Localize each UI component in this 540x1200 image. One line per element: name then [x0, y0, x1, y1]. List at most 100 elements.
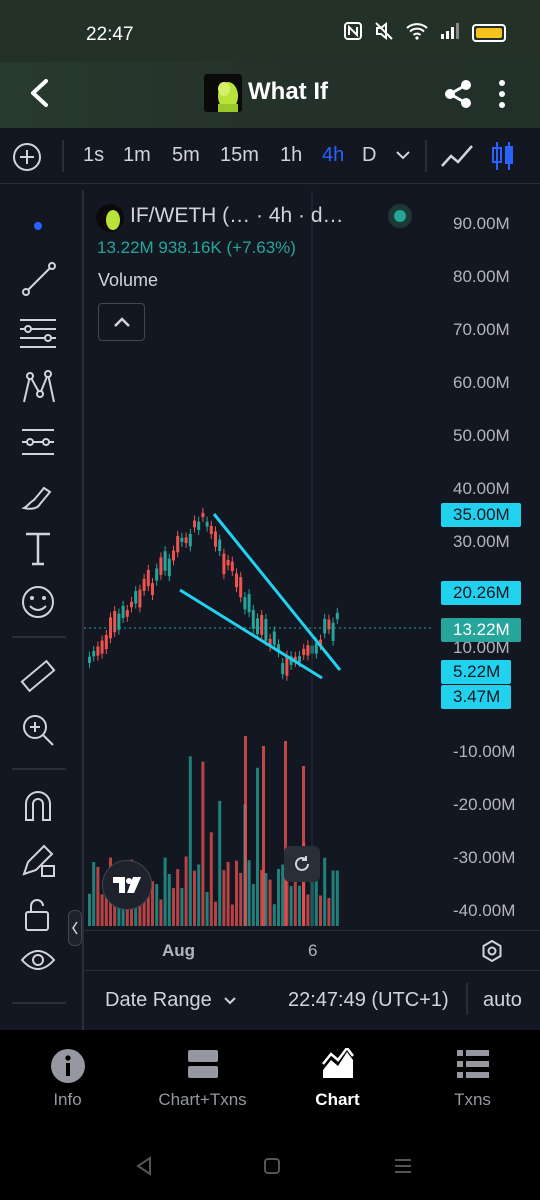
volume-bar [327, 898, 331, 926]
volume-bar [222, 870, 226, 926]
price-tag-drawing: 3.47M [441, 685, 511, 709]
fib-tool[interactable] [18, 312, 58, 352]
eye-icon [20, 950, 56, 970]
timeframe-4h[interactable]: 4h [322, 144, 344, 167]
timeframe-dropdown[interactable] [394, 148, 412, 167]
visibility-tool[interactable] [18, 940, 58, 980]
time-axis[interactable]: Aug 6 [84, 930, 540, 970]
price-tag-drawing: 20.26M [441, 581, 521, 605]
forecast-tool[interactable] [18, 420, 58, 460]
add-indicator-button[interactable] [12, 142, 42, 177]
trend-line-tool[interactable] [18, 258, 58, 298]
zoom-in-icon [23, 715, 54, 746]
candle-body [134, 591, 138, 604]
volume-bar [201, 761, 205, 926]
nav-txns[interactable]: Txns [405, 1030, 540, 1130]
volume-bar [197, 864, 201, 926]
timeframe-5m[interactable]: 5m [172, 144, 200, 167]
zoom-tool[interactable] [18, 710, 58, 750]
timeframe-d[interactable]: D [362, 144, 376, 167]
timeframe-1m[interactable]: 1m [123, 144, 151, 167]
magnet-icon [25, 791, 51, 821]
volume-bar [262, 746, 265, 926]
measure-tool[interactable] [18, 656, 58, 696]
more-menu-button[interactable] [496, 78, 508, 115]
timeframe-toolbar: 1s 1m 5m 15m 1h 4h D [0, 128, 540, 184]
pattern-tool[interactable] [18, 366, 58, 406]
refresh-icon [295, 856, 309, 871]
text-icon [26, 532, 50, 566]
timezone-clock[interactable]: 22:47:49 (UTC+1) [288, 989, 449, 1012]
divider [466, 983, 468, 1015]
nav-chart[interactable]: Chart [270, 1030, 405, 1130]
lock-drawing-tool[interactable] [18, 840, 58, 880]
tradingview-logo[interactable] [102, 860, 152, 910]
volume-bar [272, 904, 276, 926]
pair-label[interactable]: IF/WETH (… · 4h · d… [130, 204, 344, 228]
volume-bar [188, 756, 192, 926]
toolbar-divider [12, 1002, 66, 1004]
candle-body [260, 615, 264, 635]
system-home-button[interactable] [263, 1157, 281, 1180]
timeframe-1h[interactable]: 1h [280, 144, 302, 167]
candle-body [104, 634, 108, 650]
nav-info[interactable]: Info [0, 1030, 135, 1130]
date-range-button[interactable]: Date Range [105, 989, 237, 1012]
volume-bar [284, 741, 287, 926]
list-icon [456, 1048, 490, 1085]
smiley-icon [22, 586, 54, 618]
emoji-tool[interactable] [18, 582, 58, 622]
candle-body [205, 521, 209, 527]
brush-tool[interactable] [18, 474, 58, 514]
system-back-button[interactable] [134, 1156, 154, 1181]
system-recents-button[interactable] [393, 1157, 413, 1180]
price-axis-label: -20.00M [453, 795, 516, 814]
candle-body [272, 631, 276, 645]
candle-body [155, 568, 159, 581]
price-tag-last: 13.22M [441, 618, 521, 642]
volume-label[interactable]: Volume [98, 270, 158, 291]
token-logo [204, 74, 242, 112]
legend-collapse-button[interactable] [98, 303, 145, 341]
back-button[interactable] [26, 78, 54, 113]
auto-scale-toggle[interactable]: auto [483, 989, 522, 1012]
volume-bar [205, 892, 209, 926]
chart-settings-button[interactable] [480, 939, 504, 968]
forecast-icon [22, 429, 54, 455]
line-chart-type-button[interactable] [440, 142, 474, 175]
text-tool[interactable] [18, 528, 58, 568]
share-button[interactable] [442, 78, 474, 115]
magnet-tool[interactable] [18, 786, 58, 826]
candle-body [214, 531, 217, 547]
timeframe-1s[interactable]: 1s [83, 144, 104, 167]
nav-chart-label: Chart [315, 1090, 360, 1109]
chevron-down-icon [224, 997, 237, 1005]
trendline-lower [179, 588, 323, 680]
volume-bar [142, 901, 146, 926]
candlestick-icon [492, 142, 513, 170]
tradingview-icon [113, 877, 141, 893]
volume-bar [176, 869, 180, 926]
lock-all-tool[interactable] [18, 894, 58, 934]
volume-bar [172, 888, 175, 926]
nav-chart-txns[interactable]: Chart+Txns [135, 1030, 270, 1130]
timeframe-15m[interactable]: 15m [220, 144, 259, 167]
back-arrow-icon [31, 79, 48, 107]
volume-bar [96, 866, 100, 926]
candle-body [113, 610, 117, 633]
candle-body [209, 525, 213, 535]
pencil-lock-icon [22, 844, 55, 877]
date-range-label: Date Range [105, 989, 212, 1011]
price-chart[interactable] [84, 190, 540, 930]
toolbar-collapse-handle[interactable] [68, 910, 82, 946]
volume-bar [298, 885, 301, 926]
candles-group [88, 507, 339, 681]
app-bar: What If [0, 62, 540, 128]
cursor-dot-tool[interactable] [34, 222, 42, 230]
reset-chart-button[interactable] [284, 846, 320, 882]
candle-body [92, 650, 96, 657]
candle-chart-type-button[interactable] [490, 140, 516, 177]
candle-body [226, 559, 230, 566]
price-tag-drawing: 35.00M [441, 503, 521, 527]
status-time: 22:47 [86, 24, 134, 45]
